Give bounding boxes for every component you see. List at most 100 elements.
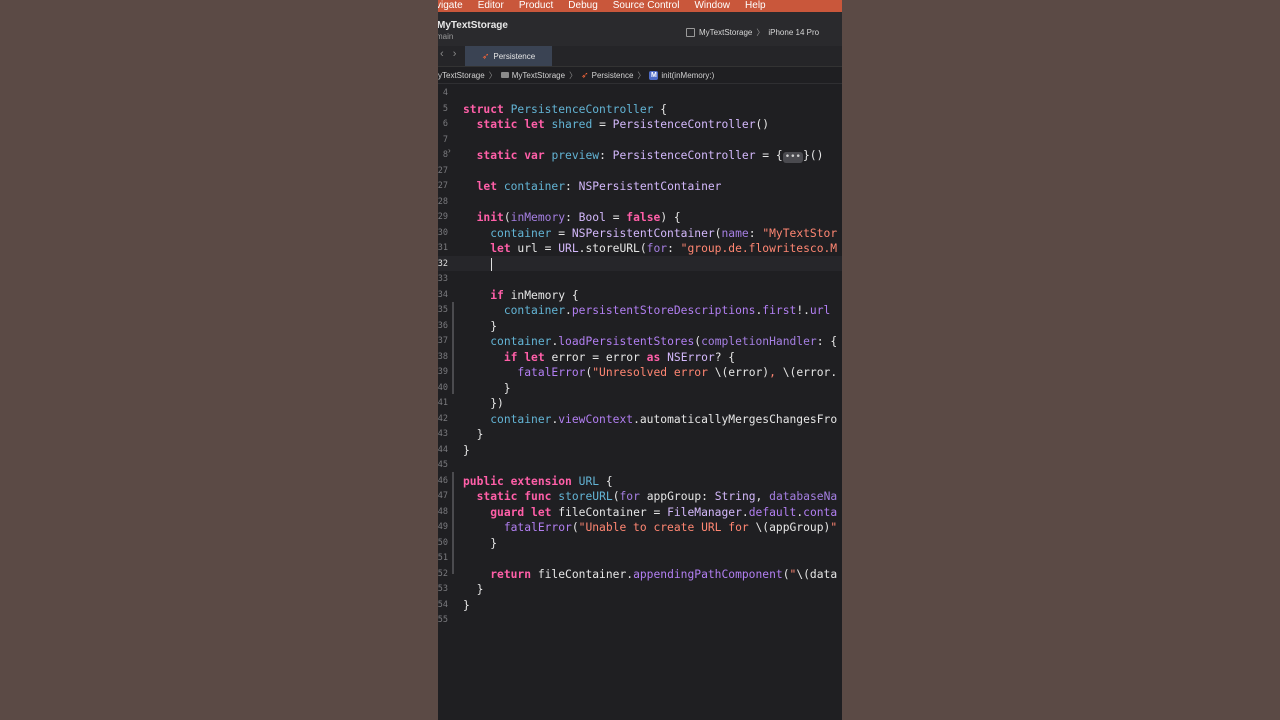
code-line[interactable]: 32	[438, 257, 842, 272]
jumpbar-folder[interactable]: MyTextStorage	[500, 70, 566, 80]
tab-persistence[interactable]: ➶ Persistence	[465, 46, 552, 66]
line-number: 53	[438, 584, 448, 594]
line-number: 7	[442, 134, 448, 145]
code-line[interactable]: 35 container.persistentStoreDescriptions…	[438, 303, 842, 318]
code-line[interactable]: 49 fatalError("Unable to create URL for …	[438, 520, 842, 535]
swift-icon: ➶	[581, 69, 589, 80]
code-line[interactable]: 33	[438, 272, 842, 287]
code-line[interactable]: 7	[438, 133, 842, 148]
code-line[interactable]: 6 static let shared = PersistenceControl…	[438, 117, 842, 132]
forward-arrow-icon[interactable]: ›	[453, 48, 457, 60]
code-line[interactable]: 42 container.viewContext.automaticallyMe…	[438, 412, 842, 427]
code-text: container = NSPersistentContainer(name: …	[490, 226, 838, 240]
code-text: let url = URL.storeURL(for: "group.de.fl…	[490, 242, 838, 255]
menu-editor[interactable]: Editor	[478, 0, 504, 12]
code-line[interactable]: 28	[438, 195, 842, 210]
code-line[interactable]: 54}	[438, 598, 842, 613]
code-line[interactable]: 55	[438, 613, 842, 628]
code-text: if inMemory {	[490, 288, 579, 302]
line-number: 27	[438, 165, 448, 176]
line-number: 43	[438, 429, 448, 439]
line-number: 28	[438, 196, 448, 207]
code-text: fatalError("Unable to create URL for \(a…	[503, 521, 838, 534]
line-number: 31	[438, 243, 448, 253]
line-number: 29	[438, 212, 448, 222]
code-line[interactable]: 34 if inMemory {	[438, 288, 842, 303]
code-line[interactable]: 52 return fileContainer.appendingPathCom…	[438, 567, 842, 582]
code-line[interactable]: 50 }	[438, 536, 842, 551]
code-line[interactable]: 27 let container: NSPersistentContainer	[438, 179, 842, 194]
code-line[interactable]: 5 struct PersistenceController {	[438, 102, 842, 117]
jumpbar-folder-label: MyTextStorage	[511, 70, 566, 80]
jumpbar-file-label: Persistence	[591, 70, 634, 80]
menu-navigate[interactable]: vigate	[438, 0, 463, 12]
chevron-right-icon: 〉	[637, 70, 646, 80]
line-number: 47	[438, 491, 448, 501]
code-line[interactable]: 8 static var preview: PersistenceControl…	[438, 148, 842, 163]
chevron-right-icon: 〉	[488, 70, 497, 80]
code-line[interactable]: 51	[438, 551, 842, 566]
code-text: static let shared = PersistenceControlle…	[476, 118, 770, 131]
code-line[interactable]: 46 public extension URL {	[438, 474, 842, 489]
line-number: 39	[438, 367, 448, 377]
code-line[interactable]: 30 container = NSPersistentContainer(nam…	[438, 226, 842, 241]
code-line[interactable]: 38 if let error = error as NSError? {	[438, 350, 842, 365]
line-number: 4	[442, 88, 448, 98]
code-text: }	[463, 428, 484, 441]
code-line[interactable]: 4	[438, 86, 842, 101]
code-line[interactable]: 36 }	[438, 319, 842, 334]
background-left	[0, 0, 438, 720]
tab-bar: ‹ › ➶ Persistence	[438, 46, 842, 67]
code-line[interactable]: 40 }	[438, 381, 842, 396]
code-text: init(inMemory: Bool = false) {	[476, 211, 681, 224]
code-text: static var preview: PersistenceControlle…	[476, 149, 824, 163]
menu-product[interactable]: Product	[519, 0, 553, 12]
line-number: 54	[438, 599, 448, 610]
back-arrow-icon[interactable]: ‹	[440, 48, 444, 60]
jumpbar-method[interactable]: Minit(inMemory:)	[649, 70, 714, 80]
code-text: let container: NSPersistentContainer	[476, 180, 722, 193]
code-line[interactable]: 29 init(inMemory: Bool = false) {	[438, 210, 842, 225]
line-number: 38	[438, 351, 448, 362]
jumpbar-project[interactable]: yTextStorage	[438, 71, 485, 80]
menu-debug[interactable]: Debug	[568, 0, 597, 12]
code-line[interactable]: 37 container.loadPersistentStores(comple…	[438, 334, 842, 349]
code-line[interactable]: 41 })	[438, 396, 842, 411]
code-line[interactable]: 53 }	[438, 582, 842, 597]
code-line[interactable]: 47 static func storeURL(for appGroup: St…	[438, 489, 842, 504]
line-number: 8	[442, 150, 448, 160]
code-line[interactable]: 31 let url = URL.storeURL(for: "group.de…	[438, 241, 842, 256]
code-text: }	[463, 583, 484, 596]
code-text: }	[463, 536, 498, 550]
scheme-name: MyTextStorage	[699, 27, 753, 37]
jump-bar: yTextStorage 〉 MyTextStorage 〉 ➶ Persiste…	[438, 67, 842, 84]
code-text: public extension URL {	[463, 474, 613, 488]
scheme-selector[interactable]: MyTextStorage 〉 iPhone 14 Pro	[686, 25, 819, 39]
code-line[interactable]: 43 }	[438, 427, 842, 442]
code-line[interactable]: 44}	[438, 443, 842, 458]
code-text: }	[463, 598, 470, 612]
menu-help[interactable]: Help	[745, 0, 766, 12]
line-number: 32	[438, 258, 448, 269]
line-number: 34	[438, 289, 448, 300]
code-text: fatalError("Unresolved error \(error), \…	[517, 366, 838, 379]
fold-arrow-icon[interactable]: ›	[448, 146, 451, 155]
change-bar	[452, 302, 454, 394]
code-line[interactable]: 39 fatalError("Unresolved error \(error)…	[438, 365, 842, 380]
device-name[interactable]: iPhone 14 Pro	[768, 28, 819, 37]
line-number: 49	[438, 522, 448, 532]
method-icon: M	[649, 70, 659, 80]
folder-icon	[500, 72, 509, 78]
code-line[interactable]: 45	[438, 458, 842, 473]
line-number: 45	[438, 460, 448, 470]
menu-source-control[interactable]: Source Control	[613, 0, 680, 12]
text-cursor	[491, 258, 492, 271]
project-name: MyTextStorage	[438, 20, 508, 31]
code-line[interactable]: 48 guard let fileContainer = FileManager…	[438, 505, 842, 520]
menu-window[interactable]: Window	[694, 0, 730, 12]
jumpbar-file[interactable]: ➶ Persistence	[581, 70, 633, 81]
code-line[interactable]: 27	[438, 164, 842, 179]
code-text: container.persistentStoreDescriptions.fi…	[503, 304, 831, 317]
code-editor[interactable]: 4 5 struct PersistenceController {6 static…	[438, 84, 842, 720]
line-number: 48	[438, 506, 448, 517]
